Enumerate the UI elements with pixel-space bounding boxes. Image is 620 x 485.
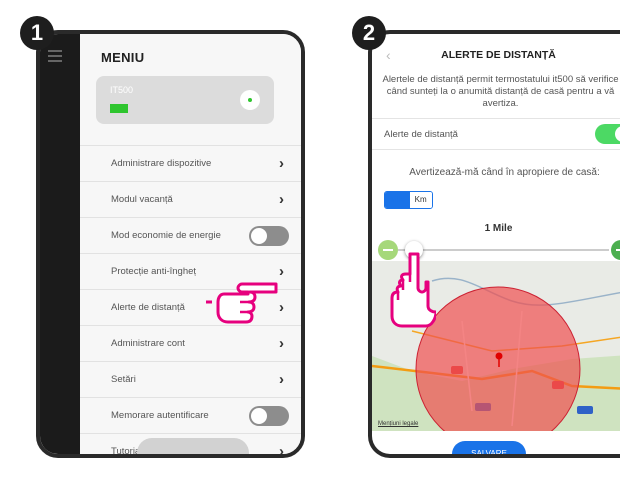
chevron-right-icon: › <box>279 443 284 458</box>
device-card[interactable]: IT500 <box>96 76 274 124</box>
battery-icon <box>110 104 128 113</box>
chevron-right-icon: › <box>279 155 284 172</box>
menu-item-vacation-mode[interactable]: Modul vacanță › <box>80 182 301 218</box>
distance-value-label: 1 Mile <box>484 223 513 234</box>
menu-item-account-management[interactable]: Administrare cont › <box>80 326 301 362</box>
chevron-right-icon: › <box>279 335 284 352</box>
plus-icon[interactable] <box>611 240 620 260</box>
menu-item-label: Alerte de distanță <box>111 302 185 313</box>
menu-item-label: Setări <box>111 374 136 385</box>
description-text: Alertele de distanță permit termostatulu… <box>382 74 619 109</box>
pointing-hand-icon <box>206 282 278 324</box>
save-button[interactable]: SALVARE <box>452 441 526 454</box>
warn-label: Avertizează-mă când în apropiere de casă… <box>409 167 600 178</box>
location-pin-icon <box>495 352 503 360</box>
hamburger-icon[interactable] <box>48 50 62 52</box>
device-name: IT500 <box>110 85 134 95</box>
distance-alerts-label: Alerte de distanță <box>384 129 458 140</box>
legal-link[interactable]: Mențiuni legale <box>378 421 418 427</box>
unit-km-button[interactable]: Km <box>409 192 432 208</box>
page-title: ALERTE DE DISTANȚĂ <box>441 49 556 61</box>
menu-item-energy-saving: Mod economie de energie <box>80 218 301 254</box>
unit-mile-button[interactable]: Mile <box>385 192 410 208</box>
energy-saving-toggle[interactable] <box>249 226 289 246</box>
status-dot-icon <box>240 90 260 110</box>
menu-item-settings[interactable]: Setări › <box>80 362 301 398</box>
distance-alerts-row: Alerte de distanță <box>372 118 620 150</box>
distance-slider-track[interactable] <box>398 249 609 251</box>
menu-item-label: Administrare cont <box>111 338 185 349</box>
menu-item-device-management[interactable]: Administrare dispozitive › <box>80 146 301 182</box>
logout-button[interactable] <box>137 438 249 454</box>
phone-menu-screen: MENIU IT500 Administrare dispozitive › M… <box>36 30 305 458</box>
unit-selector: Mile Km <box>384 191 433 209</box>
distance-alerts-toggle[interactable] <box>595 124 620 144</box>
pointing-hand-icon <box>390 252 436 328</box>
menu-item-label: Mod economie de energie <box>111 230 221 241</box>
side-menu: MENIU IT500 Administrare dispozitive › M… <box>80 34 301 454</box>
step-badge-1: 1 <box>20 16 54 50</box>
menu-item-label: Protecție anti-îngheț <box>111 266 197 277</box>
step-badge-2: 2 <box>352 16 386 50</box>
menu-title: MENIU <box>101 50 145 65</box>
menu-item-remember-login: Memorare autentificare <box>80 398 301 434</box>
menu-item-label: Memorare autentificare <box>111 410 209 421</box>
phone-distance-alerts-screen: ‹ ALERTE DE DISTANȚĂ Alertele de distanț… <box>368 30 620 458</box>
background-app-strip <box>40 34 80 454</box>
remember-login-toggle[interactable] <box>249 406 289 426</box>
menu-item-label: Modul vacanță <box>111 194 173 205</box>
chevron-right-icon: › <box>279 191 284 208</box>
chevron-right-icon: › <box>279 371 284 388</box>
menu-item-label: Administrare dispozitive <box>111 158 212 169</box>
